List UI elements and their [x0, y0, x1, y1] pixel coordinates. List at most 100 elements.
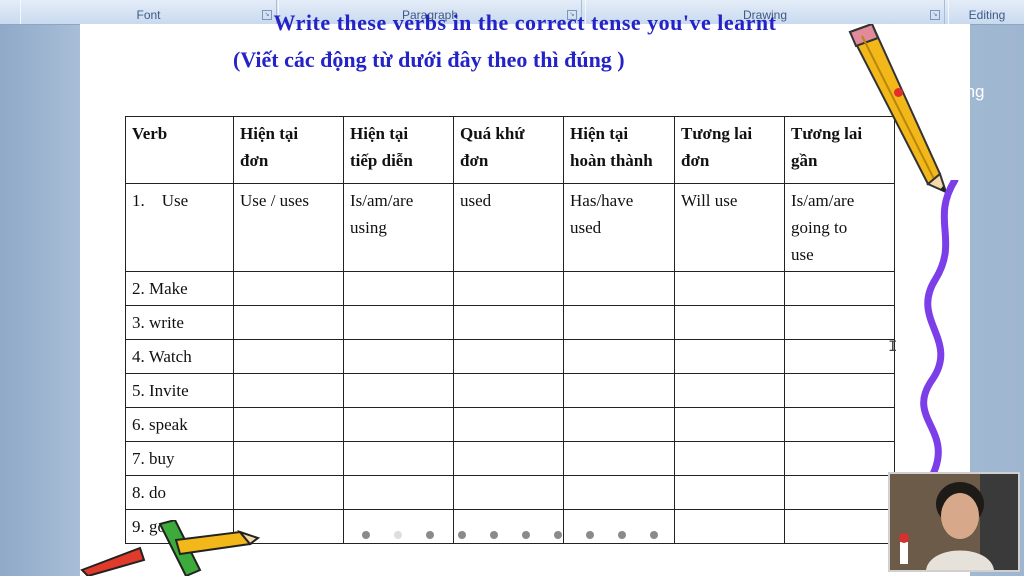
answer-cell[interactable] — [784, 475, 895, 510]
table-row: 5. Invite — [125, 373, 895, 408]
answer-cell[interactable] — [343, 339, 454, 374]
header-text: tiếp diễn — [350, 151, 413, 170]
slide-dot[interactable] — [458, 531, 466, 539]
slide-dot[interactable] — [394, 531, 402, 539]
table-row: 7. buy — [125, 441, 895, 476]
answer-cell[interactable] — [563, 271, 675, 306]
answer-cell[interactable] — [784, 441, 895, 476]
answer-cell[interactable] — [343, 271, 454, 306]
answer-cell[interactable] — [343, 373, 454, 408]
verb-cell[interactable]: 4. Watch — [125, 339, 234, 374]
answer-cell[interactable] — [674, 305, 785, 340]
header-verb: Verb — [125, 116, 234, 184]
cell-text: Will use — [681, 191, 738, 210]
answer-cell[interactable] — [674, 441, 785, 476]
slide-dot[interactable] — [426, 531, 434, 539]
table-row-example: 1. Use Use / uses Is/am/are using used Ha… — [125, 183, 895, 272]
slide-dot[interactable] — [618, 531, 626, 539]
table-cell[interactable]: Is/am/are going to use — [784, 183, 895, 272]
verb-cell[interactable]: 2. Make — [125, 271, 234, 306]
slide-dot[interactable] — [490, 531, 498, 539]
answer-cell[interactable] — [343, 441, 454, 476]
header-text: Verb — [132, 124, 168, 143]
document-page[interactable]: Write these verbs in the correct tense y… — [80, 10, 970, 576]
table-cell[interactable]: Has/have used — [563, 183, 675, 272]
table-cell[interactable]: Is/am/are using — [343, 183, 454, 272]
cell-text: use — [791, 245, 814, 264]
slide-dot[interactable] — [650, 531, 658, 539]
answer-cell[interactable] — [784, 305, 895, 340]
answer-cell[interactable] — [233, 339, 344, 374]
answer-cell[interactable] — [674, 509, 785, 544]
answer-cell[interactable] — [674, 339, 785, 374]
header-text: đơn — [460, 151, 489, 170]
cell-text: 5. Invite — [132, 381, 189, 400]
answer-cell[interactable] — [453, 305, 564, 340]
verb-cell[interactable]: 3. write — [125, 305, 234, 340]
pencils-clipart-icon — [80, 520, 260, 576]
verb-cell[interactable]: 6. speak — [125, 407, 234, 442]
cell-text: Use / uses — [240, 191, 309, 210]
verb-cell[interactable]: 7. buy — [125, 441, 234, 476]
answer-cell[interactable] — [784, 509, 895, 544]
table-row: 6. speak — [125, 407, 895, 442]
answer-cell[interactable] — [784, 271, 895, 306]
header-text: đơn — [681, 151, 710, 170]
answer-cell[interactable] — [453, 339, 564, 374]
verb-cell[interactable]: 5. Invite — [125, 373, 234, 408]
header-present-simple: Hiện tại đơn — [233, 116, 344, 184]
header-present-perfect: Hiện tại hoàn thành — [563, 116, 675, 184]
table-row: 2. Make — [125, 271, 895, 306]
table-cell[interactable]: Use / uses — [233, 183, 344, 272]
answer-cell[interactable] — [563, 339, 675, 374]
verb-cell[interactable]: 8. do — [125, 475, 234, 510]
answer-cell[interactable] — [343, 407, 454, 442]
table-cell[interactable]: Will use — [674, 183, 785, 272]
answer-cell[interactable] — [784, 373, 895, 408]
webcam-person-icon — [890, 474, 1018, 570]
answer-cell[interactable] — [674, 271, 785, 306]
cell-text: 3. write — [132, 313, 184, 332]
pencil-clipart-icon — [848, 24, 948, 194]
cell-text: Has/have — [570, 191, 634, 210]
answer-cell[interactable] — [563, 407, 675, 442]
slide-pagination[interactable] — [362, 531, 672, 541]
cell-text: 7. buy — [132, 449, 175, 468]
answer-cell[interactable] — [453, 407, 564, 442]
slide-dot[interactable] — [522, 531, 530, 539]
slide-dot[interactable] — [554, 531, 562, 539]
text-cursor-icon: I — [888, 338, 898, 356]
answer-cell[interactable] — [563, 475, 675, 510]
header-text: Hiện tại — [350, 124, 409, 143]
answer-cell[interactable] — [453, 373, 564, 408]
answer-cell[interactable] — [674, 475, 785, 510]
slide-dot[interactable] — [586, 531, 594, 539]
squiggle-decoration-icon — [920, 180, 959, 480]
cell-text: 1. Use — [132, 191, 189, 210]
answer-cell[interactable] — [233, 373, 344, 408]
answer-cell[interactable] — [453, 441, 564, 476]
cell-text: going to — [791, 218, 848, 237]
answer-cell[interactable] — [784, 407, 895, 442]
answer-cell[interactable] — [233, 475, 344, 510]
answer-cell[interactable] — [563, 441, 675, 476]
answer-cell[interactable] — [563, 373, 675, 408]
answer-cell[interactable] — [453, 271, 564, 306]
cell-text: 4. Watch — [132, 347, 192, 366]
answer-cell[interactable] — [343, 305, 454, 340]
recording-indicator: Recording — [894, 82, 985, 102]
answer-cell[interactable] — [233, 305, 344, 340]
answer-cell[interactable] — [343, 475, 454, 510]
answer-cell[interactable] — [674, 373, 785, 408]
answer-cell[interactable] — [563, 305, 675, 340]
header-text: đơn — [240, 151, 269, 170]
answer-cell[interactable] — [233, 441, 344, 476]
answer-cell[interactable] — [453, 475, 564, 510]
table-cell[interactable]: used — [453, 183, 564, 272]
answer-cell[interactable] — [784, 339, 895, 374]
answer-cell[interactable] — [674, 407, 785, 442]
answer-cell[interactable] — [233, 407, 344, 442]
slide-dot[interactable] — [362, 531, 370, 539]
answer-cell[interactable] — [233, 271, 344, 306]
table-cell[interactable]: 1. Use — [125, 183, 234, 272]
